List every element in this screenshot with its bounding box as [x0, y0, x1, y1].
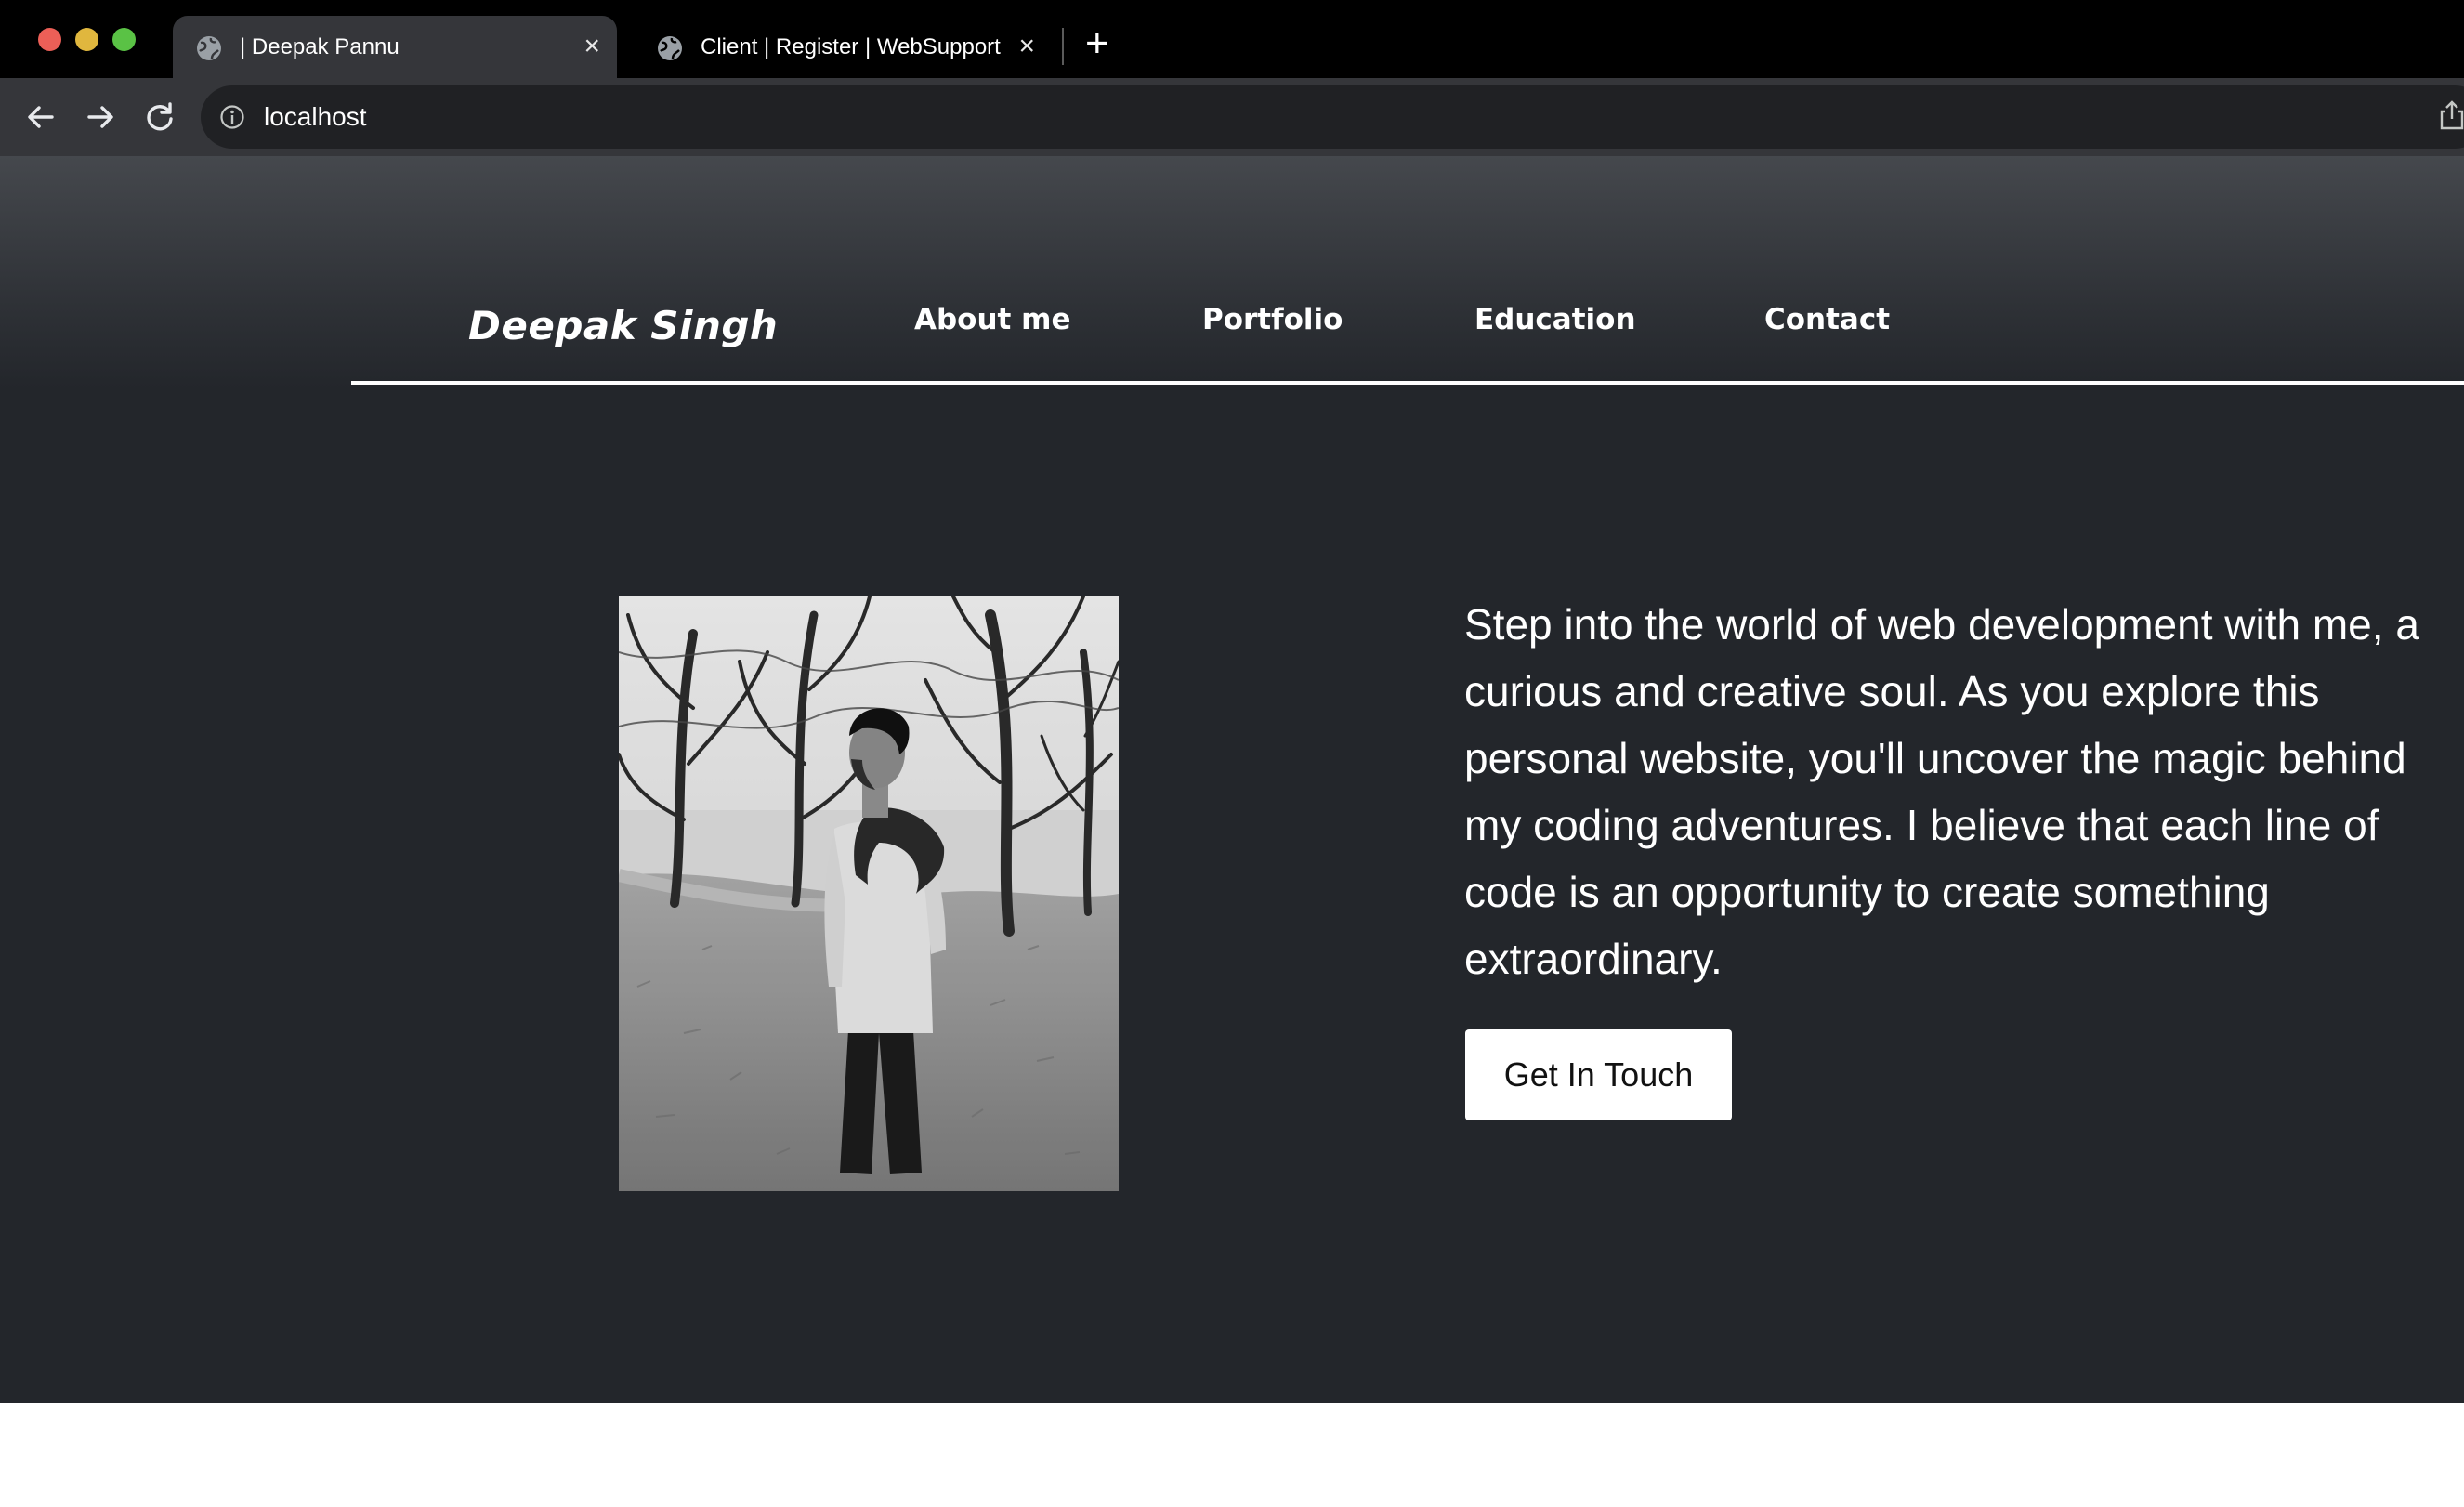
- nav-link-portfolio[interactable]: Portfolio: [1202, 303, 1343, 336]
- info-icon[interactable]: [219, 104, 245, 130]
- forward-arrow-icon[interactable]: [82, 98, 119, 136]
- share-icon[interactable]: [2438, 98, 2464, 132]
- nav-link-about[interactable]: About me: [914, 303, 1071, 336]
- close-icon[interactable]: ×: [1018, 31, 1035, 62]
- reload-icon[interactable]: [141, 98, 178, 136]
- site-brand[interactable]: Deepak Singh: [468, 303, 778, 348]
- window-minimize-button[interactable]: [75, 28, 98, 51]
- intro-paragraph: Step into the world of web development w…: [1464, 600, 2419, 983]
- globe-icon: [197, 36, 221, 60]
- plus-icon[interactable]: +: [1085, 20, 1109, 67]
- close-icon[interactable]: ×: [583, 31, 600, 62]
- nav-link-education[interactable]: Education: [1474, 303, 1636, 336]
- address-bar[interactable]: localhost: [201, 85, 2464, 149]
- get-in-touch-button[interactable]: Get In Touch: [1465, 1029, 1732, 1120]
- tab-strip: | Deepak Pannu × Client | Register | Web…: [0, 0, 2464, 78]
- tab-deepak-pannu[interactable]: | Deepak Pannu ×: [173, 16, 617, 78]
- browser-toolbar: localhost: [0, 78, 2464, 156]
- back-arrow-icon[interactable]: [22, 98, 59, 136]
- tab-title: Client | Register | WebSupport: [701, 34, 1001, 59]
- tab-title: | Deepak Pannu: [240, 34, 400, 59]
- window-maximize-button[interactable]: [112, 28, 136, 51]
- nav-divider: [351, 381, 2464, 385]
- tab-client-register[interactable]: Client | Register | WebSupport ×: [634, 16, 1052, 78]
- nav-link-contact[interactable]: Contact: [1764, 303, 1890, 336]
- browser-window: | Deepak Pannu × Client | Register | Web…: [0, 0, 2464, 1403]
- header-background: [0, 156, 2464, 388]
- url-text: localhost: [264, 102, 367, 131]
- window-close-button[interactable]: [38, 28, 61, 51]
- globe-icon: [658, 36, 682, 60]
- tab-separator: [1062, 28, 1064, 65]
- profile-photo: [619, 596, 1119, 1191]
- page-content: Deepak Singh About me Portfolio Educatio…: [0, 156, 2464, 1403]
